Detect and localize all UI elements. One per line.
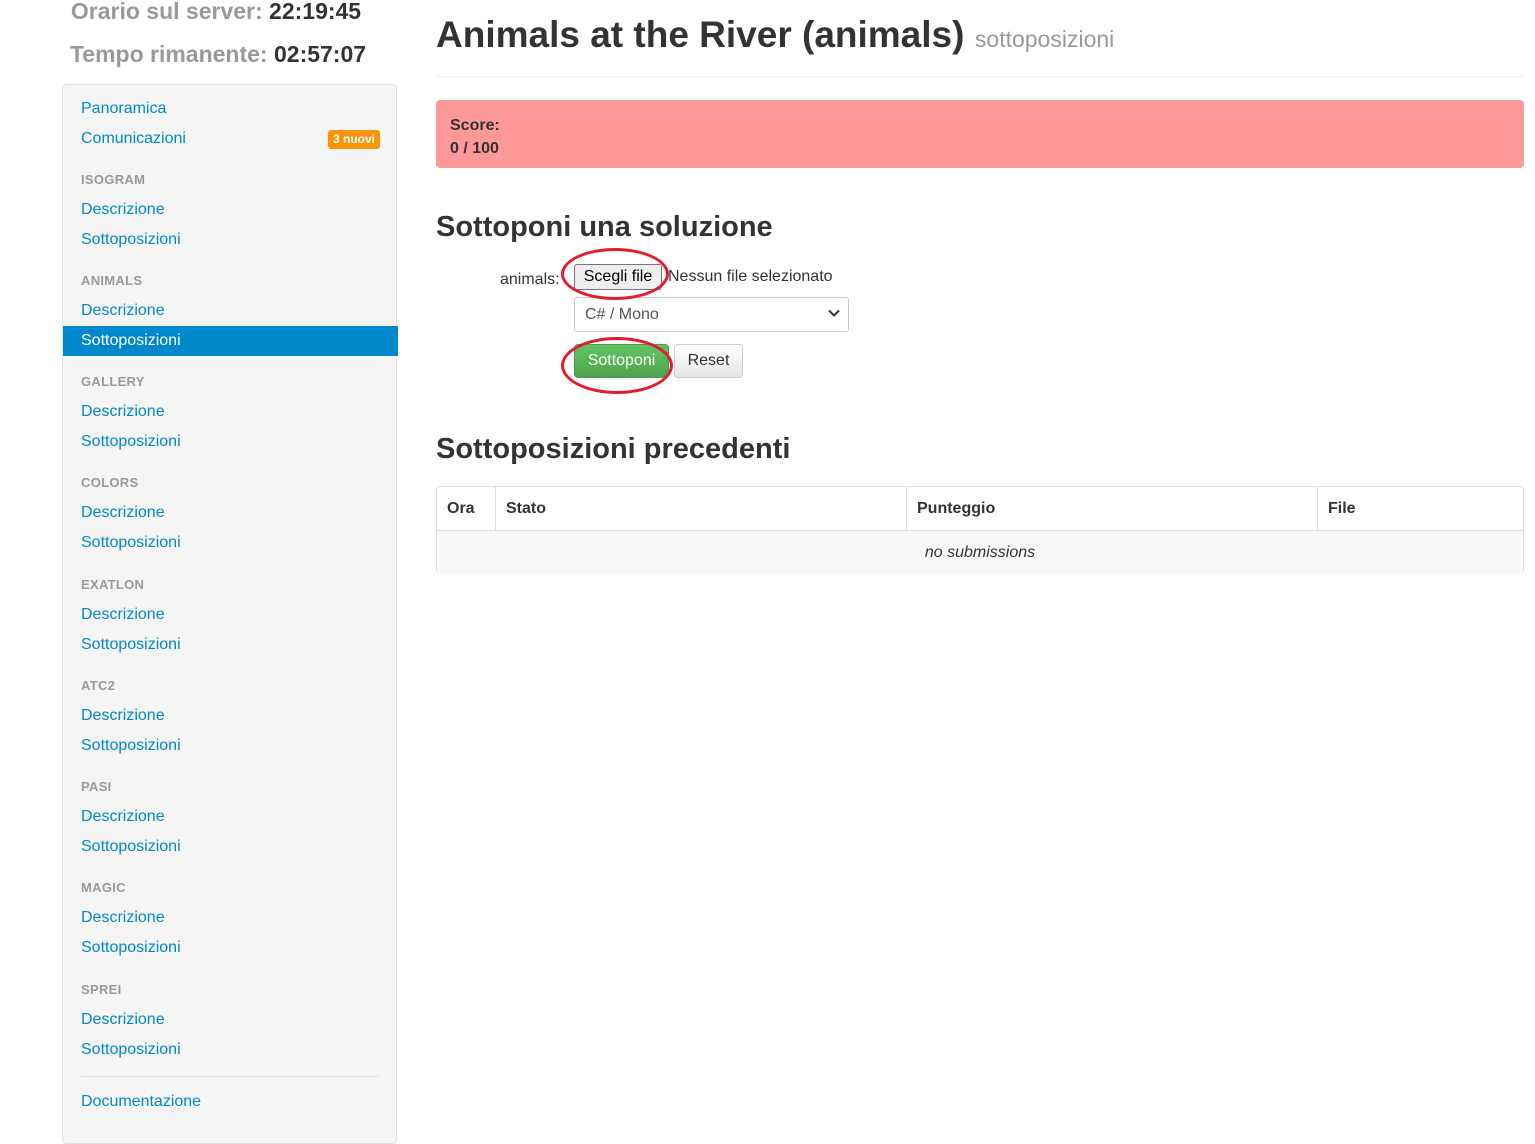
sidebar-item-isogram-description[interactable]: Descrizione xyxy=(63,195,398,225)
task-header-pasi: PASI xyxy=(81,779,112,794)
task-header-animals: ANIMALS xyxy=(81,273,143,288)
sidebar-item-exatlon-submissions[interactable]: Sottoposizioni xyxy=(63,630,398,660)
sidebar-item-pasi-submissions[interactable]: Sottoposizioni xyxy=(63,832,398,862)
sidebar-item-gallery-submissions[interactable]: Sottoposizioni xyxy=(63,427,398,457)
task-header-isogram: ISOGRAM xyxy=(81,172,146,187)
submit-button[interactable]: Sottoponi xyxy=(574,344,669,378)
column-header-file: File xyxy=(1317,487,1523,531)
sidebar-divider xyxy=(81,1076,379,1077)
chevron-down-icon xyxy=(828,309,840,317)
score-alert: Score: 0 / 100 xyxy=(436,100,1524,168)
remaining-time-value: 02:57:07 xyxy=(273,41,367,67)
file-field-label: animals: xyxy=(500,271,560,288)
server-time-display: Orario sul server: 22:19:45 xyxy=(48,0,384,25)
previous-submissions-title: Sottoposizioni precedenti xyxy=(436,433,791,465)
server-time-label: Orario sul server: xyxy=(70,0,263,24)
task-header-sprei: SPREI xyxy=(81,982,122,997)
sidebar-item-animals-description[interactable]: Descrizione xyxy=(63,296,398,326)
table-row: no submissions xyxy=(437,530,1523,575)
remaining-time-label: Tempo rimanente: xyxy=(69,41,268,67)
header-divider xyxy=(436,76,1524,77)
sidebar-item-label: Comunicazioni xyxy=(81,130,186,147)
submissions-table: Ora Stato Punteggio File no submissions xyxy=(436,486,1524,575)
sidebar-item-pasi-description[interactable]: Descrizione xyxy=(63,802,398,832)
column-header-status: Stato xyxy=(495,487,907,531)
sidebar-item-colors-description[interactable]: Descrizione xyxy=(63,498,398,528)
language-selected-value: C# / Mono xyxy=(585,306,659,323)
new-messages-badge: 3 nuovi xyxy=(327,130,380,149)
sidebar-item-atc2-submissions[interactable]: Sottoposizioni xyxy=(63,731,398,761)
task-header-magic: MAGIC xyxy=(81,880,126,895)
sidebar-item-sprei-submissions[interactable]: Sottoposizioni xyxy=(63,1035,398,1065)
server-time-value: 22:19:45 xyxy=(269,0,362,24)
sidebar-item-sprei-description[interactable]: Descrizione xyxy=(63,1005,398,1035)
sidebar-item-colors-submissions[interactable]: Sottoposizioni xyxy=(63,528,398,558)
sidebar-item-overview[interactable]: Panoramica xyxy=(63,94,398,124)
submit-section-title: Sottoponi una soluzione xyxy=(436,211,773,243)
score-label: Score: xyxy=(450,117,500,134)
page-title: Animals at the River (animals) xyxy=(436,14,965,55)
file-status-text: Nessun file selezionato xyxy=(668,268,833,285)
sidebar-nav: Panoramica Comunicazioni 3 nuovi ISOGRAM… xyxy=(62,84,398,1144)
sidebar-item-communications[interactable]: Comunicazioni 3 nuovi xyxy=(63,124,398,154)
remaining-time-display: Tempo rimanente: 02:57:07 xyxy=(50,41,386,68)
page-header: Animals at the River (animals) sottoposi… xyxy=(436,14,1114,56)
sidebar-item-magic-description[interactable]: Descrizione xyxy=(63,903,398,933)
choose-file-button[interactable]: Scegli file xyxy=(574,264,662,290)
page-subtitle: sottoposizioni xyxy=(974,26,1115,52)
sidebar-item-exatlon-description[interactable]: Descrizione xyxy=(63,600,398,630)
task-header-atc2: ATC2 xyxy=(81,678,116,693)
no-submissions-message: no submissions xyxy=(437,530,1523,575)
task-header-colors: COLORS xyxy=(81,475,139,490)
sidebar-item-magic-submissions[interactable]: Sottoposizioni xyxy=(63,933,398,963)
sidebar-item-animals-submissions[interactable]: Sottoposizioni xyxy=(63,326,398,356)
score-value: 0 / 100 xyxy=(450,140,499,157)
task-header-gallery: GALLERY xyxy=(81,374,145,389)
language-select[interactable]: C# / Mono xyxy=(574,297,849,332)
sidebar-item-documentation[interactable]: Documentazione xyxy=(63,1087,398,1117)
table-header-row: Ora Stato Punteggio File xyxy=(437,487,1523,531)
column-header-score: Punteggio xyxy=(906,487,1318,531)
column-header-time: Ora xyxy=(447,499,475,517)
sidebar-item-isogram-submissions[interactable]: Sottoposizioni xyxy=(63,225,398,255)
sidebar-item-gallery-description[interactable]: Descrizione xyxy=(63,397,398,427)
sidebar-item-atc2-description[interactable]: Descrizione xyxy=(63,701,398,731)
task-header-exatlon: EXATLON xyxy=(81,577,145,592)
reset-button[interactable]: Reset xyxy=(674,344,743,378)
